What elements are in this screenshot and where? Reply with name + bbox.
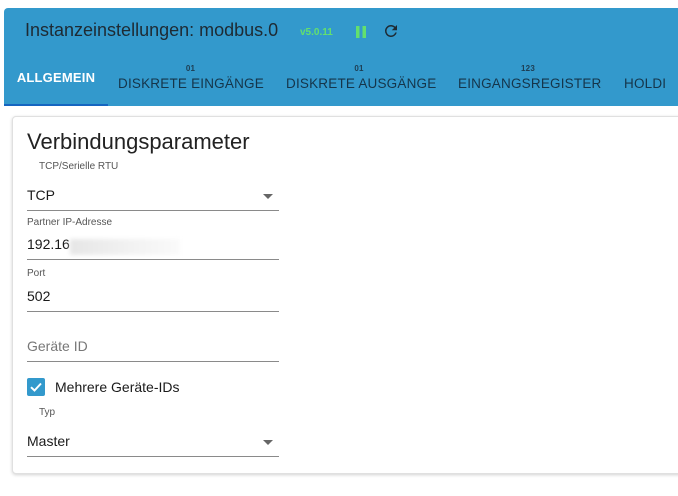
connection-type-select[interactable]: TCP (27, 187, 279, 211)
reload-icon[interactable] (382, 22, 400, 40)
tab-label: EINGANGSREGISTER (458, 76, 602, 91)
port-value: 502 (27, 288, 51, 304)
tab-count: 01 (185, 64, 196, 73)
chevron-down-icon (263, 440, 273, 445)
checkmark-icon (30, 382, 42, 392)
top-strip (0, 0, 678, 8)
tab-allgemein[interactable]: ALLGEMEIN (4, 56, 108, 106)
type-select[interactable]: Master (27, 433, 279, 457)
pause-icon[interactable] (354, 25, 368, 39)
tab-label: ALLGEMEIN (16, 70, 96, 85)
connection-type-label: TCP/Serielle RTU (39, 161, 119, 172)
port-label: Port (27, 268, 46, 279)
connection-type-value: TCP (27, 187, 55, 203)
active-tab-indicator (4, 104, 108, 106)
tab-holding[interactable]: HOLDI (624, 56, 678, 106)
port-input[interactable]: 502 (27, 288, 279, 312)
type-value: Master (27, 433, 70, 449)
redacted-ip-blur (70, 239, 180, 255)
partner-ip-input[interactable]: 192.16 (27, 236, 279, 260)
multiple-ids-checkbox[interactable] (27, 378, 45, 396)
tab-diskrete-eingaenge[interactable]: 01 DISKRETE EINGÄNGE (118, 56, 264, 106)
settings-card: Verbindungsparameter TCP/Serielle RTU TC… (12, 116, 678, 474)
instance-header: Instanzeinstellungen: modbus.0 v5.0.11 A… (4, 8, 678, 106)
version-badge: v5.0.11 (300, 27, 333, 38)
partner-ip-value: 192.16 (27, 236, 70, 252)
tab-label: DISKRETE EINGÄNGE (118, 76, 264, 91)
device-id-placeholder: Geräte ID (27, 338, 88, 354)
type-label: Typ (39, 407, 56, 418)
page-title: Instanzeinstellungen: modbus.0 (25, 20, 279, 40)
tab-count: 123 (521, 64, 535, 73)
tab-label: DISKRETE AUSGÄNGE (286, 76, 437, 91)
device-id-input[interactable]: Geräte ID (27, 338, 279, 362)
chevron-down-icon (263, 194, 273, 199)
tab-diskrete-ausgaenge[interactable]: 01 DISKRETE AUSGÄNGE (286, 56, 437, 106)
tab-count: 01 (354, 64, 364, 73)
partner-ip-label: Partner IP-Adresse (27, 217, 113, 228)
tab-count (624, 62, 678, 76)
tab-eingangsregister[interactable]: 123 EINGANGSREGISTER (458, 56, 602, 106)
section-title: Verbindungsparameter (27, 129, 250, 154)
multiple-ids-label: Mehrere Geräte-IDs (55, 379, 180, 395)
tab-label: HOLDI (624, 76, 667, 91)
